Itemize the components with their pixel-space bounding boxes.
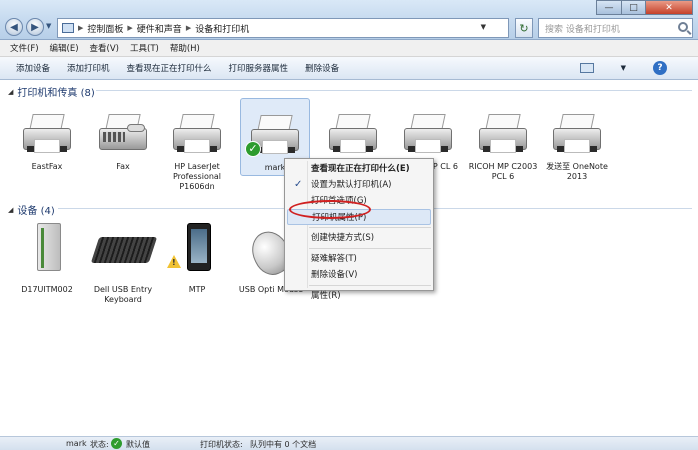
menu-item-troubleshoot[interactable]: 疑难解答(T) <box>287 251 431 267</box>
menu-bar: 文件(F) 编辑(E) 查看(V) 工具(T) 帮助(H) <box>0 40 698 57</box>
printer-icon <box>398 110 458 158</box>
device-label: Fax <box>116 162 130 171</box>
close-button[interactable]: ✕ <box>645 0 693 15</box>
highlight-annotation-circle <box>289 200 371 219</box>
chevron-right-icon[interactable]: ▶ <box>127 24 132 32</box>
forward-arrow-icon: ▶ <box>31 21 39 33</box>
device-label: RICOH MP C2003 PCL 6 <box>468 162 538 181</box>
printers-group-title: 打印机和传真 (8) <box>17 88 95 99</box>
device-label: EastFax <box>31 162 63 171</box>
collapse-arrow-icon[interactable]: ◢ <box>8 206 13 214</box>
minimize-button[interactable]: — <box>596 0 622 15</box>
refresh-icon: ↻ <box>519 21 529 35</box>
address-dropdown-icon[interactable]: ▼ <box>481 23 486 31</box>
command-bar: 添加设备 添加打印机 查看现在正在打印什么 打印服务器属性 删除设备 ▼ ? <box>0 57 698 80</box>
printer-icon <box>473 110 533 158</box>
add-device-button[interactable]: 添加设备 <box>16 62 50 74</box>
device-label: 发送至 OneNote 2013 <box>546 162 608 181</box>
breadcrumb-hardware-sound[interactable]: 硬件和声音 <box>137 22 182 35</box>
fax-printer-icon <box>17 110 77 158</box>
view-options-icon[interactable] <box>579 63 594 73</box>
search-input[interactable]: 搜索 设备和打印机 <box>538 18 693 38</box>
keyboard-icon <box>90 223 158 281</box>
device-hp-laserjet[interactable]: HP LaserJet Professional P1606dn <box>162 110 232 192</box>
device-ricoh[interactable]: RICOH MP C2003 PCL 6 <box>468 110 538 182</box>
default-check-icon: ✓ <box>245 141 261 157</box>
menu-file[interactable]: 文件(F) <box>10 42 39 54</box>
status-state-value: 默认值 <box>126 440 150 449</box>
printer-state-label: 打印机状态: <box>200 440 243 449</box>
status-state-label: 状态: <box>90 440 109 449</box>
menu-item-properties[interactable]: 属性(R) <box>287 288 431 304</box>
printer-icon <box>323 110 383 158</box>
printer-icon <box>167 110 227 158</box>
menu-view[interactable]: 查看(V) <box>90 42 119 54</box>
menu-item-create-shortcut[interactable]: 创建快捷方式(S) <box>287 230 431 246</box>
device-label: D17UITM002 <box>21 285 73 294</box>
collapse-arrow-icon[interactable]: ◢ <box>8 88 13 96</box>
menu-edit[interactable]: 编辑(E) <box>50 42 79 54</box>
devices-group-title: 设备 (4) <box>17 206 55 217</box>
menu-separator <box>309 227 431 228</box>
status-device-name: mark <box>66 439 87 448</box>
menu-item-remove-device[interactable]: 删除设备(V) <box>287 267 431 283</box>
menu-separator <box>309 248 431 249</box>
maximize-button[interactable]: □ <box>621 0 646 15</box>
title-bar: ◀ ▶ ▼ ▶ 控制面板 ▶ 硬件和声音 ▶ 设备和打印机 ▼ ↻ 搜索 设备和… <box>0 0 698 40</box>
device-mtp[interactable]: ! MTP <box>162 223 232 295</box>
help-icon[interactable]: ? <box>653 61 667 75</box>
devices-group-header[interactable]: ◢ 设备 (4) <box>8 202 55 218</box>
remove-device-button[interactable]: 删除设备 <box>305 62 339 74</box>
chevron-right-icon[interactable]: ▶ <box>78 24 83 32</box>
device-fax[interactable]: Fax <box>88 110 158 172</box>
menu-item-set-default[interactable]: ✓ 设置为默认打印机(A) <box>287 177 431 193</box>
device-keyboard[interactable]: Dell USB Entry Keyboard <box>88 223 158 305</box>
menu-separator <box>309 285 431 286</box>
context-menu: 查看现在正在打印什么(E) ✓ 设置为默认打印机(A) 打印首选项(G) 打印机属… <box>284 158 434 301</box>
device-eastfax[interactable]: EastFax <box>12 110 82 172</box>
add-printer-button[interactable]: 添加打印机 <box>67 62 110 74</box>
device-label: MTP <box>188 285 206 294</box>
print-server-properties-button[interactable]: 打印服务器属性 <box>229 62 289 74</box>
phone-icon: ! <box>167 223 227 281</box>
device-label: Dell USB Entry Keyboard <box>93 285 153 304</box>
printer-icon: ✓ <box>245 111 305 159</box>
breadcrumb-devices-printers[interactable]: 设备和打印机 <box>195 22 249 35</box>
forward-button[interactable]: ▶ <box>26 18 44 36</box>
refresh-button[interactable]: ↻ <box>515 18 533 38</box>
see-whats-printing-button[interactable]: 查看现在正在打印什么 <box>127 62 212 74</box>
group-divider <box>96 90 692 91</box>
back-arrow-icon: ◀ <box>10 21 18 33</box>
printer-state-value: 队列中有 0 个文档 <box>250 440 317 449</box>
back-button[interactable]: ◀ <box>5 18 23 36</box>
device-printer-hidden[interactable] <box>318 110 388 162</box>
address-bar[interactable]: ▶ 控制面板 ▶ 硬件和声音 ▶ 设备和打印机 ▼ <box>57 18 509 38</box>
device-computer[interactable]: D17UITM002 <box>12 223 82 295</box>
menu-item-see-printing[interactable]: 查看现在正在打印什么(E) <box>287 161 431 177</box>
breadcrumb-control-panel[interactable]: 控制面板 <box>87 22 123 35</box>
device-onenote[interactable]: 发送至 OneNote 2013 <box>542 110 612 182</box>
printers-group-header[interactable]: ◢ 打印机和传真 (8) <box>8 84 95 100</box>
status-bar: mark 状态: ✓ 默认值 打印机状态: 队列中有 0 个文档 <box>0 436 698 450</box>
ok-check-icon: ✓ <box>111 438 122 449</box>
recent-pages-dropdown-icon[interactable]: ▼ <box>46 22 51 30</box>
menu-tools[interactable]: 工具(T) <box>130 42 159 54</box>
fax-machine-icon <box>93 110 153 158</box>
menu-item-label: 设置为默认打印机(A) <box>311 180 392 190</box>
search-placeholder: 搜索 设备和打印机 <box>545 24 620 35</box>
checkmark-icon: ✓ <box>294 179 303 190</box>
chevron-right-icon[interactable]: ▶ <box>186 24 191 32</box>
menu-help[interactable]: 帮助(H) <box>170 42 200 54</box>
control-panel-icon <box>62 23 74 33</box>
computer-tower-icon <box>17 223 77 281</box>
device-label: HP LaserJet Professional P1606dn <box>172 162 222 191</box>
view-dropdown-icon[interactable]: ▼ <box>621 64 626 72</box>
printer-icon <box>547 110 607 158</box>
search-icon[interactable] <box>678 22 688 32</box>
